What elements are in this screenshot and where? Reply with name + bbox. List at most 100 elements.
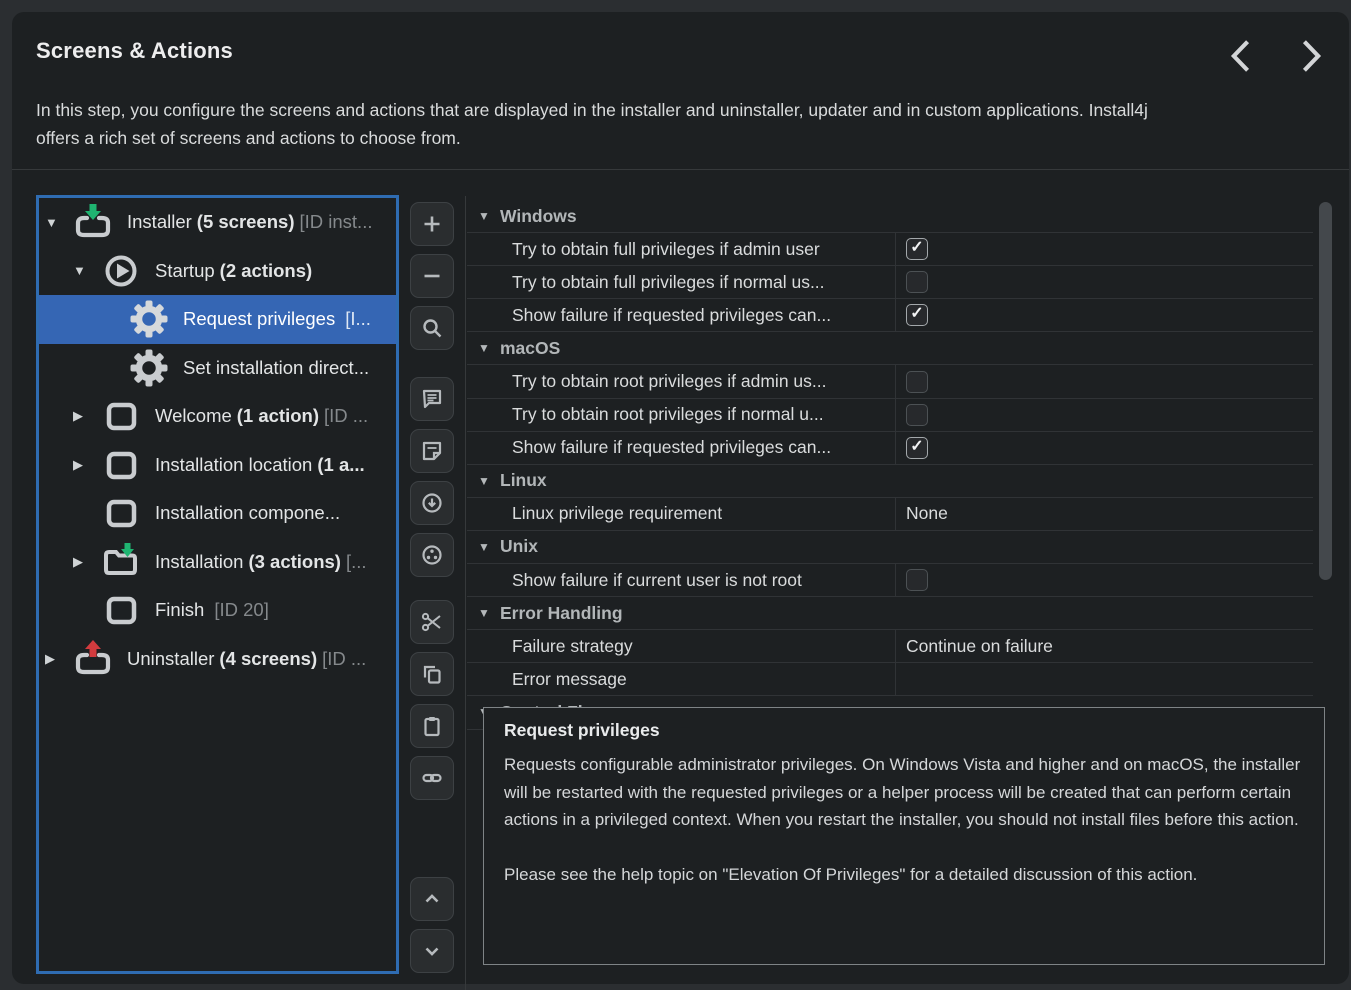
cut-button[interactable]: [410, 600, 454, 644]
plugin-action-button[interactable]: [410, 533, 454, 577]
screen-icon: [99, 590, 143, 630]
tree-item-installation-group[interactable]: ▶ Installation(3 actions)[...: [39, 538, 396, 587]
section-collapse-icon[interactable]: ▼: [478, 540, 500, 554]
property-row[interactable]: Linux privilege requirement None: [467, 498, 1313, 531]
property-row[interactable]: Try to obtain full privileges if normal …: [467, 266, 1313, 299]
property-value[interactable]: Continue on failure: [906, 636, 1053, 657]
gear-action-icon: [127, 299, 171, 339]
property-checkbox[interactable]: ✓: [906, 238, 928, 260]
expander-collapsed-icon[interactable]: ▶: [73, 457, 99, 473]
tree-item-startup[interactable]: ▼ Startup(2 actions): [39, 247, 396, 296]
checkmark-icon: ✓: [910, 439, 923, 455]
property-label: Failure strategy: [467, 636, 895, 657]
property-label: Show failure if requested privileges can…: [467, 305, 895, 326]
tree-item-request-privileges[interactable]: Request privileges[I...: [39, 295, 396, 344]
checkmark-icon: ✓: [910, 306, 923, 322]
search-button[interactable]: [410, 306, 454, 350]
action-description-text: Requests configurable administrator priv…: [504, 751, 1304, 834]
nav-back-button[interactable]: [1222, 38, 1260, 76]
comments-button[interactable]: [410, 377, 454, 421]
plugin-socket-icon: [420, 543, 444, 567]
copy-icon: [420, 662, 444, 686]
move-up-button[interactable]: [410, 877, 454, 921]
section-collapse-icon[interactable]: ▼: [478, 341, 500, 355]
property-section-macos[interactable]: ▼ macOS: [467, 332, 1313, 365]
copy-button[interactable]: [410, 652, 454, 696]
tree-item-installer[interactable]: ▼ Installer(5 screens)[ID inst...: [39, 198, 396, 247]
property-row[interactable]: Try to obtain root privileges if normal …: [467, 399, 1313, 432]
expander-expanded-icon[interactable]: ▼: [45, 215, 71, 230]
expander-collapsed-icon[interactable]: ▶: [73, 408, 99, 424]
section-collapse-icon[interactable]: ▼: [478, 209, 500, 223]
property-label: Try to obtain root privileges if normal …: [467, 404, 895, 425]
tree-item-uninstaller[interactable]: ▶ Uninstaller(4 screens)[ID ...: [39, 635, 396, 684]
property-label: Try to obtain root privileges if admin u…: [467, 371, 895, 392]
property-checkbox[interactable]: [906, 271, 928, 293]
nav-forward-button[interactable]: [1292, 38, 1330, 76]
startup-icon: [99, 251, 143, 291]
screens-actions-tree[interactable]: ▼ Installer(5 screens)[ID inst... ▼ Star…: [36, 195, 399, 974]
property-checkbox[interactable]: ✓: [906, 304, 928, 326]
property-section-unix[interactable]: ▼ Unix: [467, 531, 1313, 564]
remove-button[interactable]: [410, 254, 454, 298]
expander-collapsed-icon[interactable]: ▶: [45, 651, 71, 667]
property-row[interactable]: Show failure if current user is not root: [467, 564, 1313, 597]
property-label: Error message: [467, 669, 895, 690]
property-label: Show failure if requested privileges can…: [467, 437, 895, 458]
screen-icon: [99, 396, 143, 436]
notes-button[interactable]: [410, 429, 454, 473]
action-description-panel: Request privileges Requests configurable…: [483, 707, 1325, 965]
property-checkbox[interactable]: [906, 404, 928, 426]
tree-item-installation-components[interactable]: Installation compone...: [39, 489, 396, 538]
remove-icon: [420, 264, 444, 288]
property-row[interactable]: Failure strategy Continue on failure: [467, 630, 1313, 663]
step-description: In this step, you configure the screens …: [36, 96, 1184, 152]
expander-expanded-icon[interactable]: ▼: [73, 263, 99, 278]
property-section-windows[interactable]: ▼ Windows: [467, 200, 1313, 233]
tree-item-welcome[interactable]: ▶ Welcome(1 action)[ID ...: [39, 392, 396, 441]
property-label: Linux privilege requirement: [467, 503, 895, 524]
header-divider: [12, 169, 1349, 170]
move-down-icon: [420, 939, 444, 963]
property-row[interactable]: Try to obtain full privileges if admin u…: [467, 233, 1313, 266]
tree-item-finish[interactable]: Finish[ID 20]: [39, 586, 396, 635]
property-row[interactable]: Show failure if requested privileges can…: [467, 432, 1313, 465]
property-row[interactable]: Show failure if requested privileges can…: [467, 299, 1313, 332]
checkmark-icon: ✓: [910, 240, 923, 256]
page-title: Screens & Actions: [36, 38, 233, 64]
property-checkbox[interactable]: ✓: [906, 437, 928, 459]
action-description-help-text: Please see the help topic on "Elevation …: [504, 861, 1304, 889]
search-icon: [420, 316, 444, 340]
screen-icon: [99, 493, 143, 533]
properties-scrollbar[interactable]: [1319, 202, 1332, 580]
tree-item-set-installation-directory[interactable]: Set installation direct...: [39, 344, 396, 393]
paste-button[interactable]: [410, 704, 454, 748]
property-checkbox[interactable]: [906, 371, 928, 393]
install-folder-icon: [99, 542, 143, 582]
download-action-button[interactable]: [410, 481, 454, 525]
toolbar-properties-divider: [465, 196, 466, 990]
section-collapse-icon[interactable]: ▼: [478, 474, 500, 488]
property-row[interactable]: Error message: [467, 663, 1313, 696]
property-section-linux[interactable]: ▼ Linux: [467, 465, 1313, 498]
property-row[interactable]: Try to obtain root privileges if admin u…: [467, 365, 1313, 398]
add-icon: [420, 212, 444, 236]
property-checkbox[interactable]: [906, 569, 928, 591]
property-label: Show failure if current user is not root: [467, 570, 895, 591]
screen-icon: [99, 445, 143, 485]
note-icon: [420, 439, 444, 463]
tree-item-installation-location[interactable]: ▶ Installation location(1 a...: [39, 441, 396, 490]
uninstaller-icon: [71, 639, 115, 679]
properties-table: ▼ Windows Try to obtain full privileges …: [467, 200, 1313, 730]
link-button[interactable]: [410, 756, 454, 800]
chevron-left-icon: [1223, 62, 1259, 77]
property-value[interactable]: None: [906, 503, 948, 524]
section-collapse-icon[interactable]: ▼: [478, 606, 500, 620]
clipboard-paste-icon: [420, 714, 444, 738]
property-section-error-handling[interactable]: ▼ Error Handling: [467, 597, 1313, 630]
gear-action-icon: [127, 348, 171, 388]
expander-collapsed-icon[interactable]: ▶: [73, 554, 99, 570]
action-description-title: Request privileges: [504, 720, 1304, 741]
move-down-button[interactable]: [410, 929, 454, 973]
add-button[interactable]: [410, 202, 454, 246]
